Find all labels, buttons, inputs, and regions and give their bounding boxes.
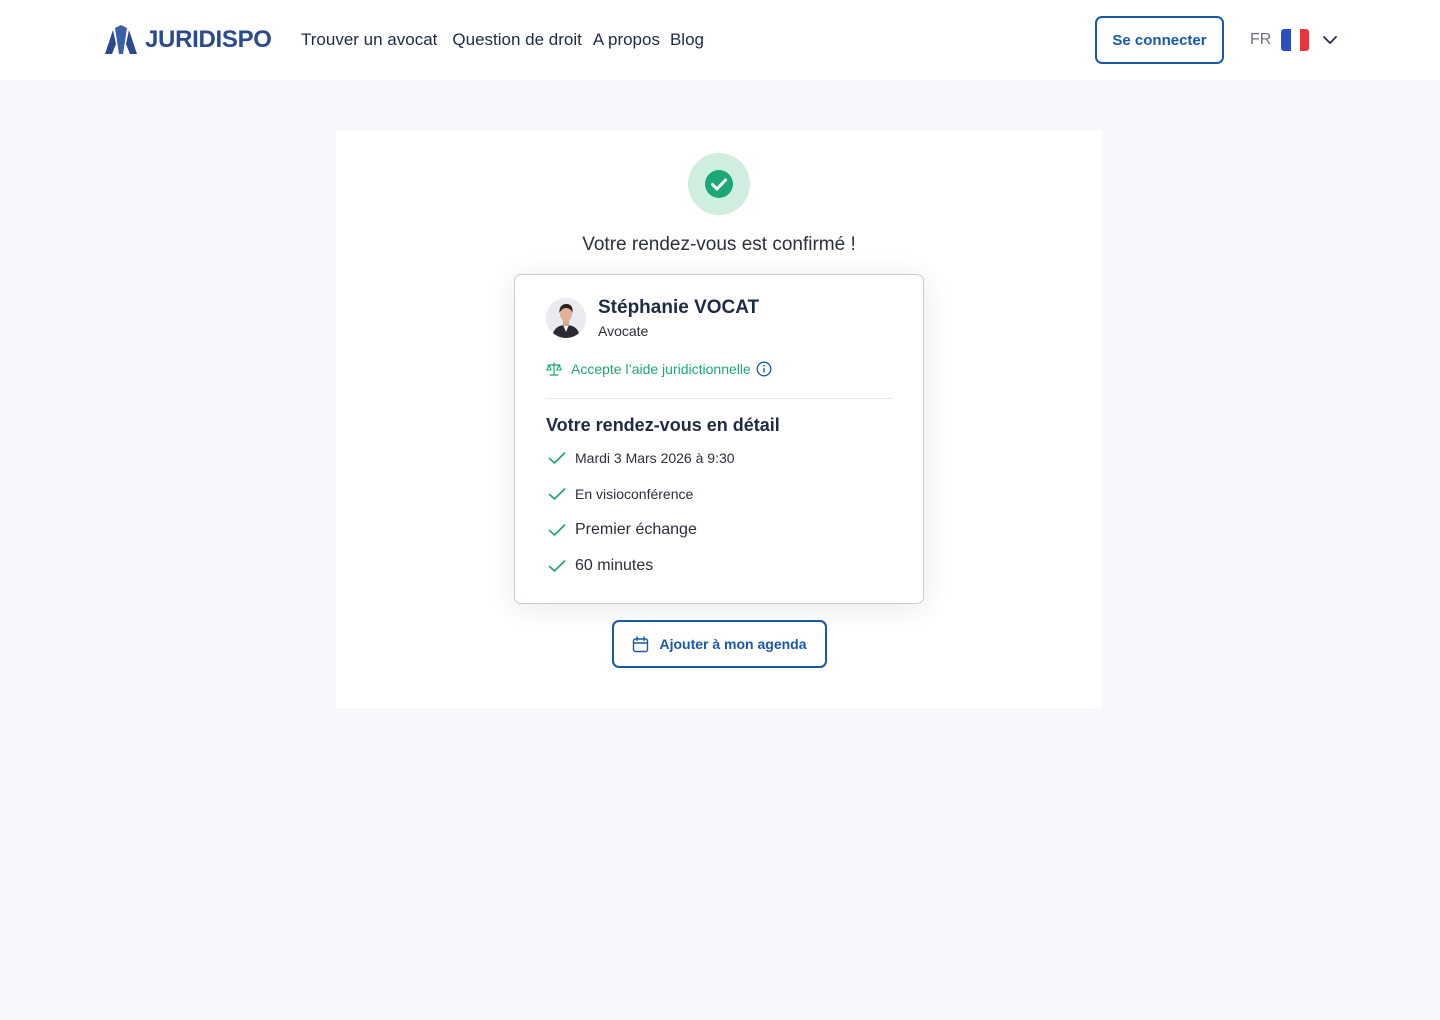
info-icon[interactable] [756,361,772,377]
appointment-detail-title: Votre rendez-vous en détail [546,415,780,435]
france-flag-icon [1281,29,1310,51]
logo[interactable]: JURIDISPO [104,24,272,56]
logo-mark-icon [105,25,137,54]
logo-text: JURIDISPO [145,26,272,53]
lawyer-role: Avocate [598,323,649,339]
confirmation-panel: Votre rendez-vous est confirmé ! Stéphan… [336,130,1102,708]
appointment-card: Stéphanie VOCAT Avocate Accepte l’aide j… [514,274,924,604]
detail-date: Mardi 3 Mars 2026 à 9:30 [548,450,735,466]
detail-format: En visioconférence [548,486,693,502]
main-nav: Trouver un avocat Question de droit A pr… [301,30,704,50]
nav-legal-question[interactable]: Question de droit [452,30,581,50]
divider [546,398,893,399]
avatar [546,298,586,338]
detail-duration: 60 minutes [548,557,653,575]
check-icon [548,560,566,572]
check-circle-icon [705,170,733,198]
language-code: FR [1250,31,1272,48]
nav-find-lawyer[interactable]: Trouver un avocat [301,30,437,50]
nav-blog[interactable]: Blog [670,30,704,50]
legal-aid-label: Accepte l’aide juridictionnelle [571,361,751,377]
calendar-icon [633,635,649,652]
add-to-calendar-button[interactable]: Ajouter à mon agenda [612,620,827,668]
add-to-calendar-label: Ajouter à mon agenda [659,636,807,652]
scales-icon [546,362,562,376]
check-icon [548,524,566,536]
login-button[interactable]: Se connecter [1095,16,1224,64]
chevron-down-icon [1323,36,1338,44]
check-icon [548,452,566,464]
lawyer-name: Stéphanie VOCAT [598,297,760,318]
success-badge [688,153,750,215]
legal-aid-row: Accepte l’aide juridictionnelle [546,361,772,377]
language-selector[interactable]: FR [1250,28,1338,52]
nav-about[interactable]: A propos [593,30,660,50]
detail-type: Premier échange [548,521,697,539]
check-icon [548,488,566,500]
confirmation-title: Votre rendez-vous est confirmé ! [582,234,856,255]
top-header: JURIDISPO Trouver un avocat Question de … [0,0,1440,80]
